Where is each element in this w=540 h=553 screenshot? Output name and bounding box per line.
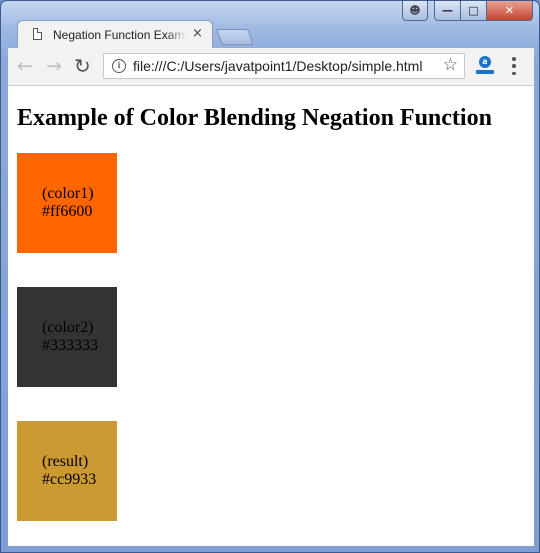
minimize-button[interactable]: — <box>434 1 461 21</box>
browser-toolbar: ← → ↻ i file:///C:/Users/javatpoint1/Des… <box>8 48 534 86</box>
user-icon[interactable]: ☻ <box>402 1 428 21</box>
swatch-label: (color1) <box>42 185 94 202</box>
star-icon[interactable]: ☆ <box>443 55 458 75</box>
swatch-hex: #333333 <box>42 337 98 354</box>
swatch-hex: #ff6600 <box>42 203 93 220</box>
window-caption-buttons: ☻ — □ ✕ <box>402 1 533 21</box>
reload-icon[interactable]: ↻ <box>74 55 91 77</box>
swatch-label: (result) <box>42 453 89 470</box>
new-tab-button[interactable] <box>216 29 254 45</box>
page-heading: Example of Color Blending Negation Funct… <box>17 105 492 131</box>
address-bar[interactable]: i file:///C:/Users/javatpoint1/Desktop/s… <box>103 53 465 79</box>
menu-icon[interactable] <box>512 57 516 75</box>
tab-title: Negation Function Example <box>53 28 186 42</box>
swatch-label: (color2) <box>42 319 94 336</box>
maximize-button[interactable]: □ <box>461 1 487 21</box>
extension-letter: a <box>479 56 491 68</box>
close-window-button[interactable]: ✕ <box>487 1 533 21</box>
color2-swatch: (color2) #333333 <box>17 287 117 387</box>
info-icon[interactable]: i <box>112 59 126 73</box>
swatch-hex: #cc9933 <box>42 471 97 488</box>
result-swatch: (result) #cc9933 <box>17 421 117 521</box>
forward-icon[interactable]: → <box>46 55 62 77</box>
browser-tab[interactable]: Negation Function Example × <box>17 20 213 49</box>
tab-close-icon[interactable]: × <box>192 26 203 41</box>
color1-swatch: (color1) #ff6600 <box>17 153 117 253</box>
browser-window: ☻ — □ ✕ Negation Function Example × ← → … <box>0 0 540 553</box>
page-content: Example of Color Blending Negation Funct… <box>8 86 534 546</box>
url-text[interactable]: file:///C:/Users/javatpoint1/Desktop/sim… <box>133 58 422 74</box>
page-icon <box>33 28 42 40</box>
back-icon[interactable]: ← <box>17 55 33 77</box>
extension-icon[interactable]: a <box>476 56 494 76</box>
